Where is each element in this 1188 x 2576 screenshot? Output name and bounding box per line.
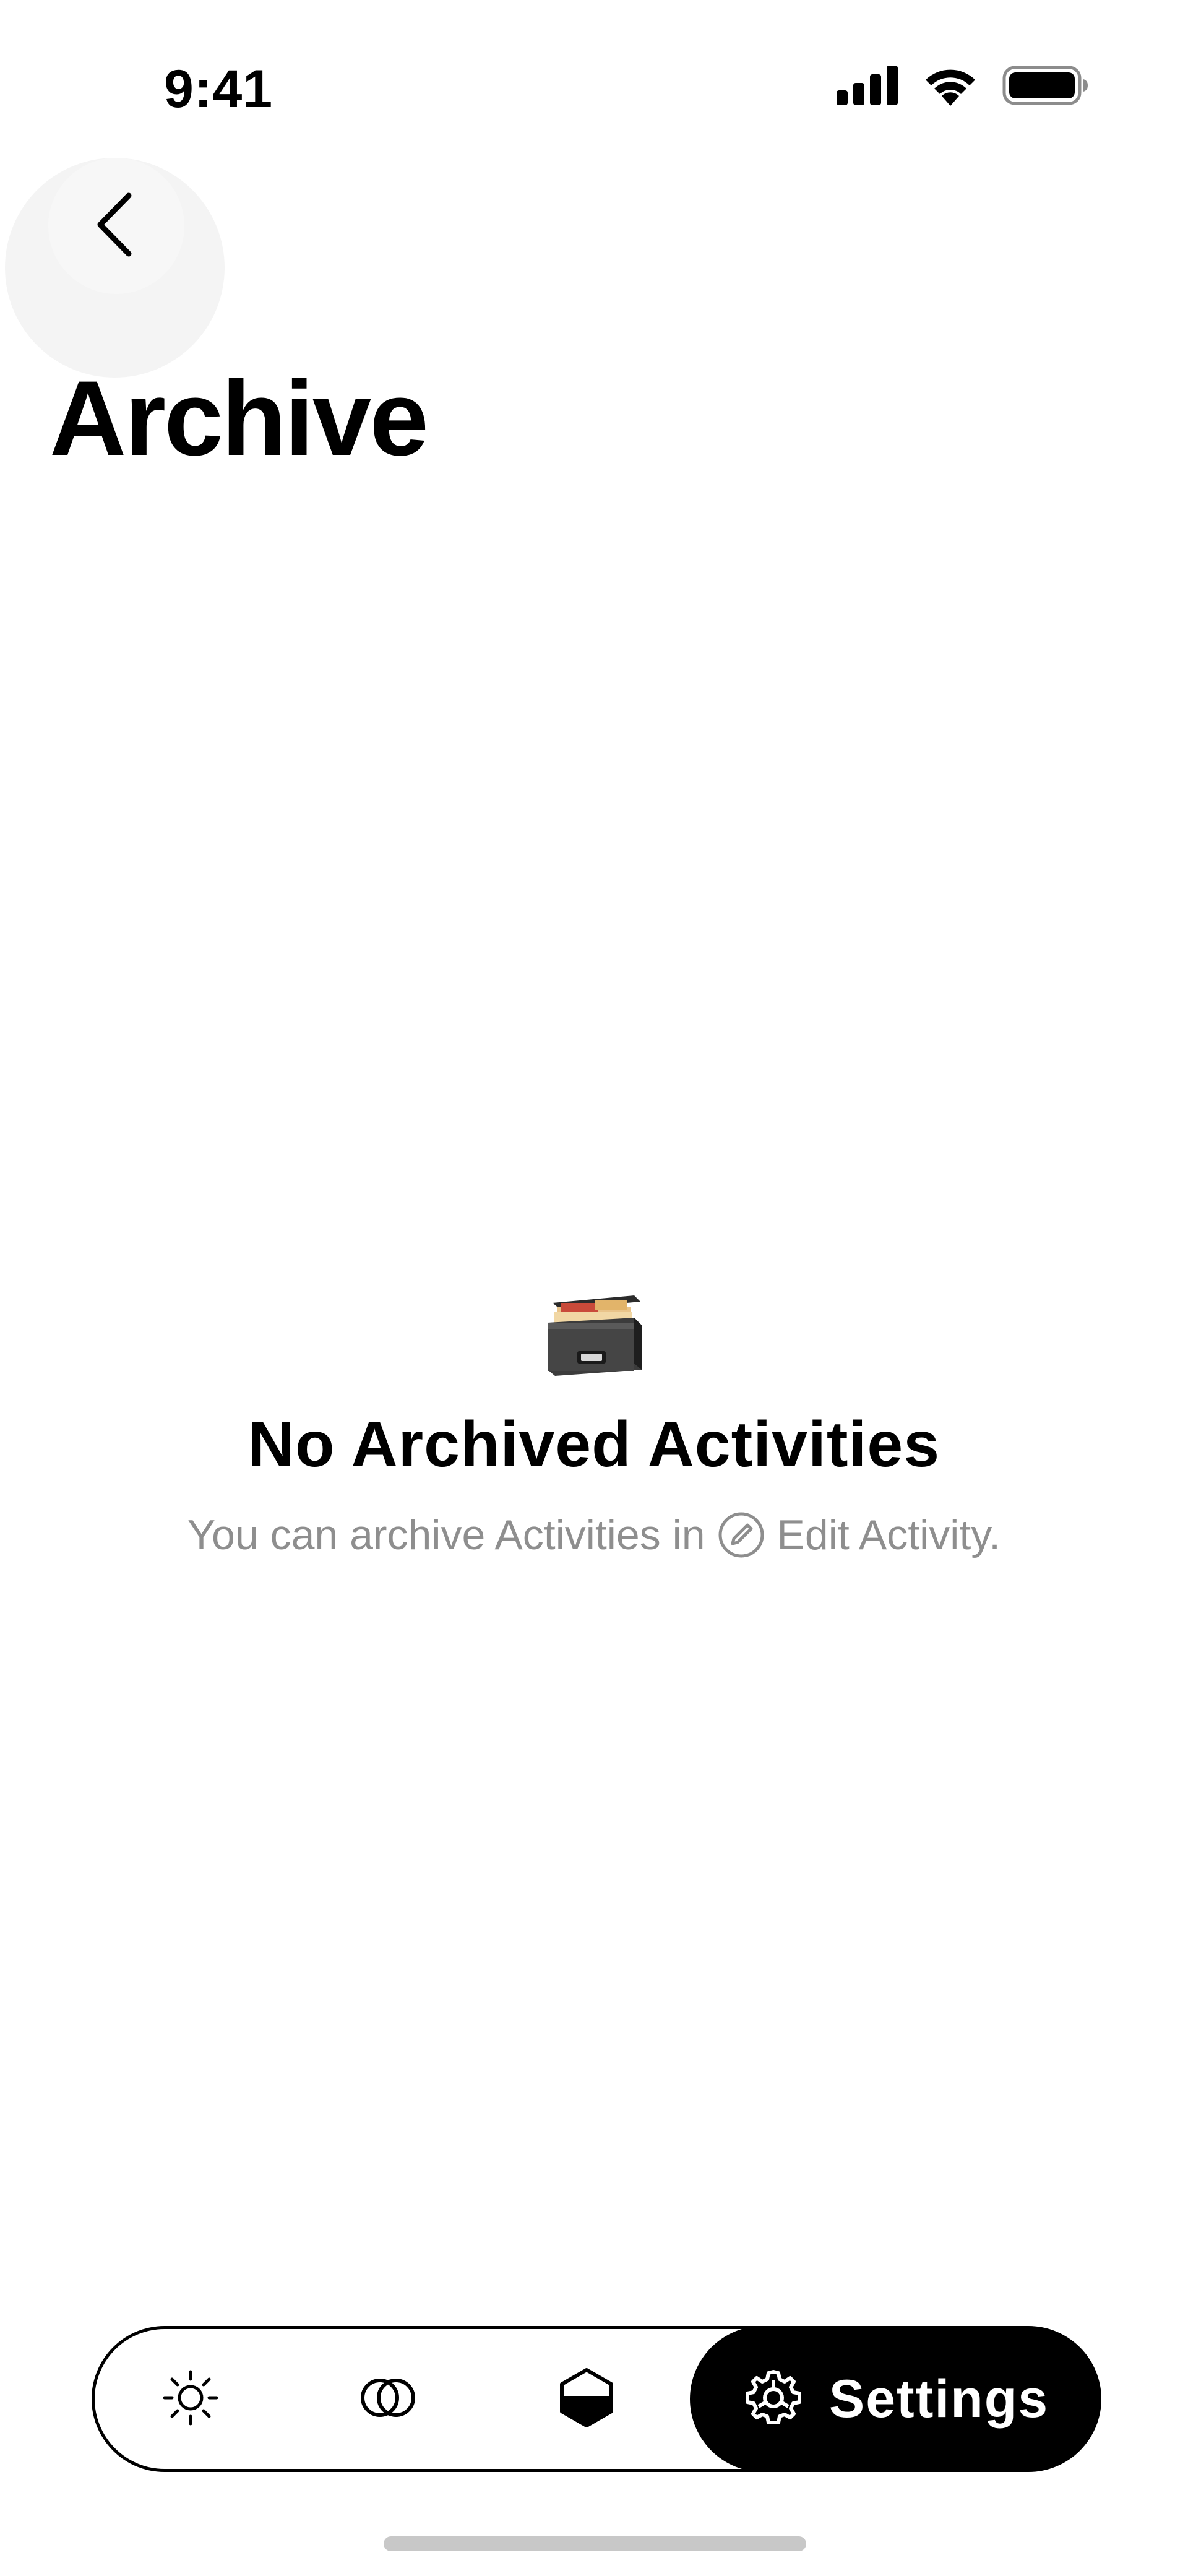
wifi-icon (922, 65, 979, 109)
gear-icon (742, 2367, 804, 2432)
card-file-box-icon (541, 1290, 647, 1377)
tab-habits[interactable] (330, 2329, 447, 2469)
cellular-signal-icon (837, 66, 898, 108)
sun-icon (161, 2368, 220, 2431)
empty-state-subtitle: You can archive Activities in Edit Activ… (0, 1510, 1188, 1560)
empty-state-subtitle-link-text: Edit Activity. (777, 1511, 1001, 1558)
tab-today[interactable] (132, 2329, 249, 2469)
empty-state-subtitle-text: You can archive Activities in (187, 1511, 705, 1558)
tab-settings[interactable]: Settings (690, 2326, 1101, 2472)
tab-mood[interactable] (528, 2329, 645, 2469)
chevron-left-icon (92, 191, 141, 262)
hexagon-half-icon (557, 2367, 616, 2432)
status-icons (837, 65, 1089, 109)
status-time: 9:41 (164, 59, 273, 119)
empty-state-title: No Archived Activities (248, 1409, 940, 1480)
back-button[interactable] (48, 158, 184, 294)
tab-settings-label: Settings (829, 2369, 1049, 2429)
bottom-tab-bar: Settings (92, 2326, 1101, 2472)
overlapping-circles-icon (358, 2373, 420, 2426)
home-indicator (384, 2536, 806, 2551)
battery-icon (1002, 66, 1089, 108)
edit-circle-icon (717, 1510, 766, 1560)
page-title: Archive (50, 359, 429, 478)
